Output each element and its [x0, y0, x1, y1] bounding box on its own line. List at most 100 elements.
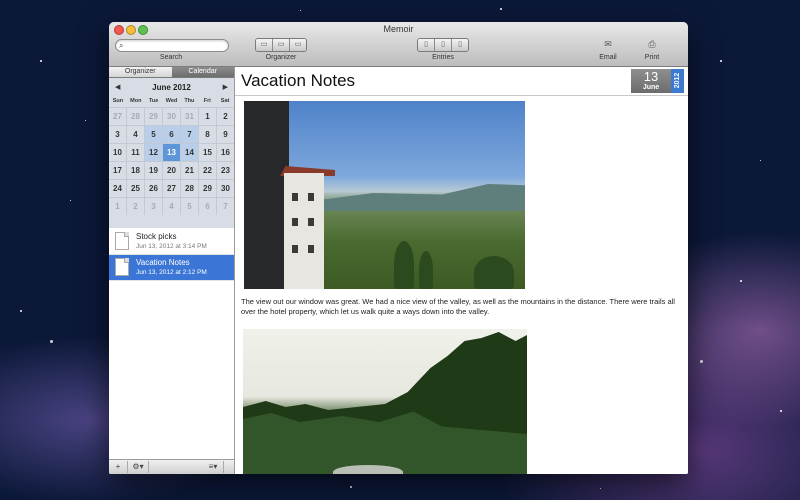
calendar-day[interactable]: 29 [145, 108, 163, 125]
calendar-day[interactable]: 29 [199, 180, 217, 197]
printer-icon[interactable]: ⎙ [644, 38, 660, 50]
calendar-day[interactable]: 14 [181, 144, 199, 161]
new-entry-icon[interactable]: ▯ [418, 39, 435, 51]
calendar-day[interactable]: 1 [199, 108, 217, 125]
calendar-day[interactable]: 2 [127, 198, 145, 215]
document-icon [115, 258, 129, 276]
page-title[interactable]: Vacation Notes [241, 71, 355, 91]
calendar-day[interactable]: 9 [217, 126, 234, 143]
title-divider [235, 95, 688, 96]
entries-label: Entries [432, 54, 454, 61]
weekday-label: Sat [220, 98, 230, 104]
calendar-day[interactable]: 30 [163, 108, 181, 125]
entries-segmented-control: ▯ ▯ ▯ [417, 38, 469, 52]
list-view-icon[interactable]: ≡▾ [203, 461, 224, 473]
add-button[interactable]: + [109, 461, 128, 473]
calendar-day[interactable]: 26 [145, 180, 163, 197]
calendar-day[interactable]: 12 [145, 144, 163, 161]
email-button-label[interactable]: Email [590, 54, 626, 61]
new-folder-icon[interactable]: ▭ [256, 39, 273, 51]
calendar-day[interactable]: 4 [127, 126, 145, 143]
calendar-grid: 27 28 29 30 31 1 2 3 4 5 6 7 8 9 10 11 1… [109, 107, 234, 215]
smart-folder-icon[interactable]: ▭ [290, 39, 306, 51]
calendar-day[interactable]: 15 [199, 144, 217, 161]
calendar-day[interactable]: 3 [109, 126, 127, 143]
calendar-day[interactable]: 28 [181, 180, 199, 197]
date-badge-year: 2012 [671, 69, 684, 93]
calendar-day[interactable]: 6 [199, 198, 217, 215]
gear-icon[interactable]: ⚙▾ [128, 461, 149, 473]
calendar-week: 10 11 12 13 14 15 16 [109, 143, 234, 161]
calendar-day[interactable]: 1 [109, 198, 127, 215]
search-field[interactable]: ⌕ [115, 39, 229, 52]
calendar-day[interactable]: 5 [181, 198, 199, 215]
calendar-day[interactable]: 19 [145, 162, 163, 179]
weekday-label: Wed [165, 98, 178, 104]
calendar-day[interactable]: 28 [127, 108, 145, 125]
valley-photo[interactable] [244, 101, 525, 289]
entry-content: Vacation Notes 13 June 2012 The view out… [235, 67, 688, 474]
calendar-week: 17 18 19 20 21 22 23 [109, 161, 234, 179]
entry-date: Jun 13, 2012 at 3:14 PM [136, 243, 207, 250]
calendar-day[interactable]: 8 [199, 126, 217, 143]
calendar-day[interactable]: 21 [181, 162, 199, 179]
envelope-icon[interactable]: ✉ [600, 38, 616, 50]
weekday-label: Sun [112, 98, 124, 104]
sidebar: Organizer Calendar ◀ June 2012 ▶ Sun Mon… [109, 67, 235, 474]
forest-photo[interactable] [243, 329, 527, 474]
calendar-day[interactable]: 18 [127, 162, 145, 179]
weekday-label: Tue [148, 98, 159, 104]
calendar-day[interactable]: 31 [181, 108, 199, 125]
tab-calendar[interactable]: Calendar [171, 67, 234, 77]
tab-organizer[interactable]: Organizer [109, 67, 172, 77]
list-item-selected[interactable]: Vacation Notes Jun 13, 2012 at 2:12 PM [109, 255, 234, 281]
date-year: 2012 [674, 72, 681, 89]
entry-body-text[interactable]: The view out our window was great. We ha… [241, 297, 686, 317]
search-input[interactable] [128, 40, 223, 51]
print-button-label[interactable]: Print [634, 54, 670, 61]
date-badge[interactable]: 13 June 2012 [631, 69, 684, 93]
weekday-label: Thu [184, 98, 195, 104]
calendar-day[interactable]: 7 [217, 198, 234, 215]
sidebar-bottom-bar: + ⚙▾ ≡▾ [109, 459, 234, 474]
weekday-label: Fri [203, 98, 211, 104]
calendar-day[interactable]: 16 [217, 144, 234, 161]
date-month: June [642, 84, 660, 91]
memoir-window: Memoir ⌕ Search ▭ ▭ ▭ Organizer ▯ ▯ ▯ En… [109, 22, 688, 474]
sidebar-tabs: Organizer Calendar [109, 67, 234, 78]
attachment-icon[interactable]: ▯ [452, 39, 468, 51]
calendar-header: ◀ June 2012 ▶ [109, 83, 234, 93]
entry-title: Vacation Notes [136, 258, 190, 267]
calendar-day[interactable]: 27 [109, 108, 127, 125]
weekday-label: Mon [130, 98, 142, 104]
next-month-icon[interactable]: ▶ [223, 83, 228, 93]
folder-icon[interactable]: ▭ [273, 39, 290, 51]
calendar-day[interactable]: 25 [127, 180, 145, 197]
calendar-day-selected[interactable]: 13 [163, 144, 181, 161]
calendar-day[interactable]: 10 [109, 144, 127, 161]
document-icon [115, 232, 129, 250]
toolbar: Memoir ⌕ Search ▭ ▭ ▭ Organizer ▯ ▯ ▯ En… [109, 22, 688, 67]
calendar-day[interactable]: 11 [127, 144, 145, 161]
search-label: Search [159, 54, 183, 61]
calendar-day[interactable]: 3 [145, 198, 163, 215]
weekday-headers: Sun Mon Tue Wed Thu Fri Sat [109, 98, 234, 104]
calendar-day[interactable]: 30 [217, 180, 234, 197]
calendar-day[interactable]: 7 [181, 126, 199, 143]
entry-date: Jun 13, 2012 at 2:12 PM [136, 269, 207, 276]
calendar-day[interactable]: 17 [109, 162, 127, 179]
calendar-day[interactable]: 4 [163, 198, 181, 215]
calendar-day[interactable]: 20 [163, 162, 181, 179]
organizer-segmented-control: ▭ ▭ ▭ [255, 38, 307, 52]
calendar-day[interactable]: 2 [217, 108, 234, 125]
calendar-week: 24 25 26 27 28 29 30 [109, 179, 234, 197]
calendar-week: 27 28 29 30 31 1 2 [109, 107, 234, 125]
entry-icon[interactable]: ▯ [435, 39, 452, 51]
calendar-day[interactable]: 24 [109, 180, 127, 197]
calendar-day[interactable]: 22 [199, 162, 217, 179]
calendar-day[interactable]: 23 [217, 162, 234, 179]
calendar-day[interactable]: 5 [145, 126, 163, 143]
calendar-day[interactable]: 27 [163, 180, 181, 197]
calendar-day[interactable]: 6 [163, 126, 181, 143]
list-item[interactable]: Stock picks Jun 13, 2012 at 3:14 PM [109, 229, 234, 255]
